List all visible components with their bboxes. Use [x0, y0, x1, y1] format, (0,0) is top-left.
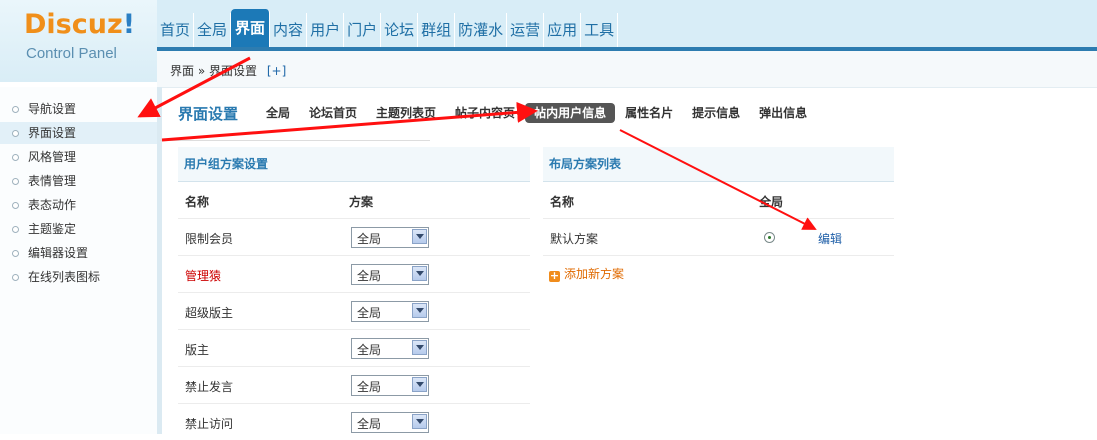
arrow-to-sidebar: [137, 56, 251, 118]
annotation-arrows: [137, 56, 817, 230]
arrow-to-tab: [161, 101, 538, 142]
arrow-to-edit: [619, 129, 817, 230]
